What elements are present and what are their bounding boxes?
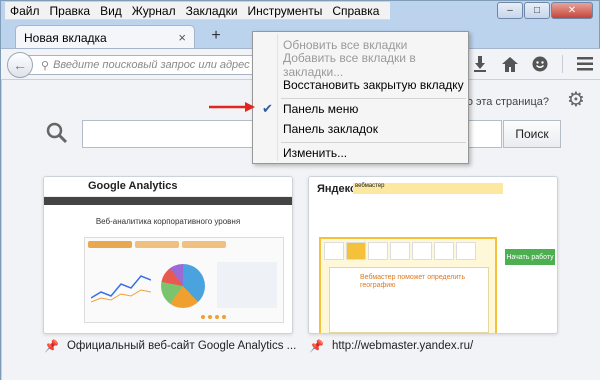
menu-icon[interactable] bbox=[577, 55, 593, 73]
yandex-logo: Яндекс bbox=[317, 183, 357, 195]
tile-caption-text: http://webmaster.yandex.ru/ bbox=[331, 340, 474, 352]
menu-history[interactable]: Журнал bbox=[127, 4, 181, 18]
menu-file[interactable]: Файл bbox=[5, 4, 45, 18]
menu-tools[interactable]: Инструменты bbox=[243, 4, 328, 18]
ga-headline: Веб-аналитика корпоративного уровня bbox=[95, 217, 241, 226]
home-icon[interactable] bbox=[502, 55, 518, 73]
close-window-button[interactable]: ✕ bbox=[551, 2, 593, 19]
pin-icon[interactable]: 📌 bbox=[309, 339, 324, 353]
thumbnail-yandex-webmaster[interactable]: Яндекс вебмастер Вебмастер поможет опред… bbox=[308, 176, 558, 334]
browser-window: Файл Правка Вид Журнал Закладки Инструме… bbox=[0, 0, 600, 380]
ctx-bookmark-all-tabs[interactable]: Добавить все вкладки в закладки... bbox=[253, 51, 468, 79]
close-tab-icon[interactable]: × bbox=[178, 30, 186, 45]
feature-tab-active bbox=[346, 242, 366, 260]
tile-caption-text: Официальный веб-сайт Google Analytics ..… bbox=[66, 340, 297, 352]
what-is-this-link[interactable]: о эта страница? bbox=[467, 96, 549, 108]
ga-carousel-dots bbox=[201, 315, 226, 319]
window-controls: – □ ✕ bbox=[497, 2, 593, 19]
menu-edit[interactable]: Правка bbox=[45, 4, 96, 18]
maximize-button[interactable]: □ bbox=[524, 2, 550, 19]
hello-icon[interactable] bbox=[532, 55, 548, 73]
ga-table-preview bbox=[217, 262, 277, 308]
ctx-bookmarks-toolbar-toggle[interactable]: Панель закладок bbox=[253, 119, 468, 139]
gear-icon[interactable]: ⚙ bbox=[565, 89, 587, 111]
yandex-search-field: вебмастер bbox=[353, 183, 503, 194]
back-button[interactable]: ← bbox=[7, 52, 33, 78]
yandex-feature-box: Вебмастер поможет определить географию bbox=[319, 237, 497, 333]
google-analytics-logo: Google Analytics bbox=[88, 180, 178, 192]
tile-caption-google[interactable]: 📌 Официальный веб-сайт Google Analytics … bbox=[44, 339, 296, 353]
ga-tab bbox=[182, 241, 226, 248]
search-icon bbox=[46, 122, 70, 148]
ctx-customize[interactable]: Изменить... bbox=[253, 143, 468, 163]
ga-tab bbox=[88, 241, 132, 248]
ga-line-chart bbox=[91, 275, 151, 303]
ctx-menu-bar-toggle[interactable]: ✔ Панель меню bbox=[253, 99, 468, 119]
ga-pie-chart bbox=[161, 264, 205, 308]
download-icon[interactable] bbox=[472, 55, 488, 73]
tab-new-tab[interactable]: Новая вкладка × bbox=[15, 25, 195, 49]
toolbar-separator bbox=[562, 55, 563, 73]
pin-icon[interactable]: 📌 bbox=[44, 339, 59, 353]
feature-tab bbox=[434, 242, 454, 260]
search-small-icon: ⚲ bbox=[41, 59, 50, 72]
menu-bookmarks[interactable]: Закладки bbox=[181, 4, 243, 18]
menu-help[interactable]: Справка bbox=[327, 4, 384, 18]
new-tab-button[interactable]: + bbox=[207, 26, 225, 46]
feature-tab bbox=[412, 242, 432, 260]
url-bar[interactable]: ⚲ Введите поисковый запрос или адрес bbox=[27, 55, 263, 75]
feature-tab bbox=[390, 242, 410, 260]
red-arrow-annotation bbox=[209, 102, 255, 112]
yandex-feature-panel: Вебмастер поможет определить географию bbox=[329, 267, 489, 333]
menu-view[interactable]: Вид bbox=[95, 4, 127, 18]
yandex-header: Яндекс вебмастер bbox=[309, 177, 557, 199]
feature-tab bbox=[368, 242, 388, 260]
ga-tab bbox=[135, 241, 179, 248]
feature-tab bbox=[324, 242, 344, 260]
search-button[interactable]: Поиск bbox=[503, 120, 561, 148]
start-work-button-thumb: Начать работу bbox=[505, 249, 555, 265]
feature-tab bbox=[456, 242, 476, 260]
toolbar-icons bbox=[472, 55, 593, 73]
minimize-button[interactable]: – bbox=[497, 2, 523, 19]
ga-header: Google Analytics bbox=[44, 177, 292, 197]
ga-dashboard-preview bbox=[84, 237, 284, 323]
checkmark-icon: ✔ bbox=[262, 101, 273, 116]
yandex-feature-headline: Вебмастер поможет определить географию bbox=[360, 274, 466, 289]
thumbnail-google-analytics[interactable]: Google Analytics Веб-аналитика корпорати… bbox=[43, 176, 293, 334]
tab-title: Новая вкладка bbox=[24, 30, 107, 45]
ctx-menu-bar-label: Панель меню bbox=[283, 102, 359, 116]
ctx-restore-closed-tab[interactable]: Восстановить закрытую вкладку bbox=[253, 75, 468, 95]
tile-caption-yandex[interactable]: 📌 http://webmaster.yandex.ru/ bbox=[309, 339, 473, 353]
url-placeholder: Введите поисковый запрос или адрес bbox=[53, 59, 250, 71]
ga-navbar bbox=[44, 197, 292, 205]
toolbar-context-menu: Обновить все вкладки Добавить все вкладк… bbox=[252, 31, 469, 164]
